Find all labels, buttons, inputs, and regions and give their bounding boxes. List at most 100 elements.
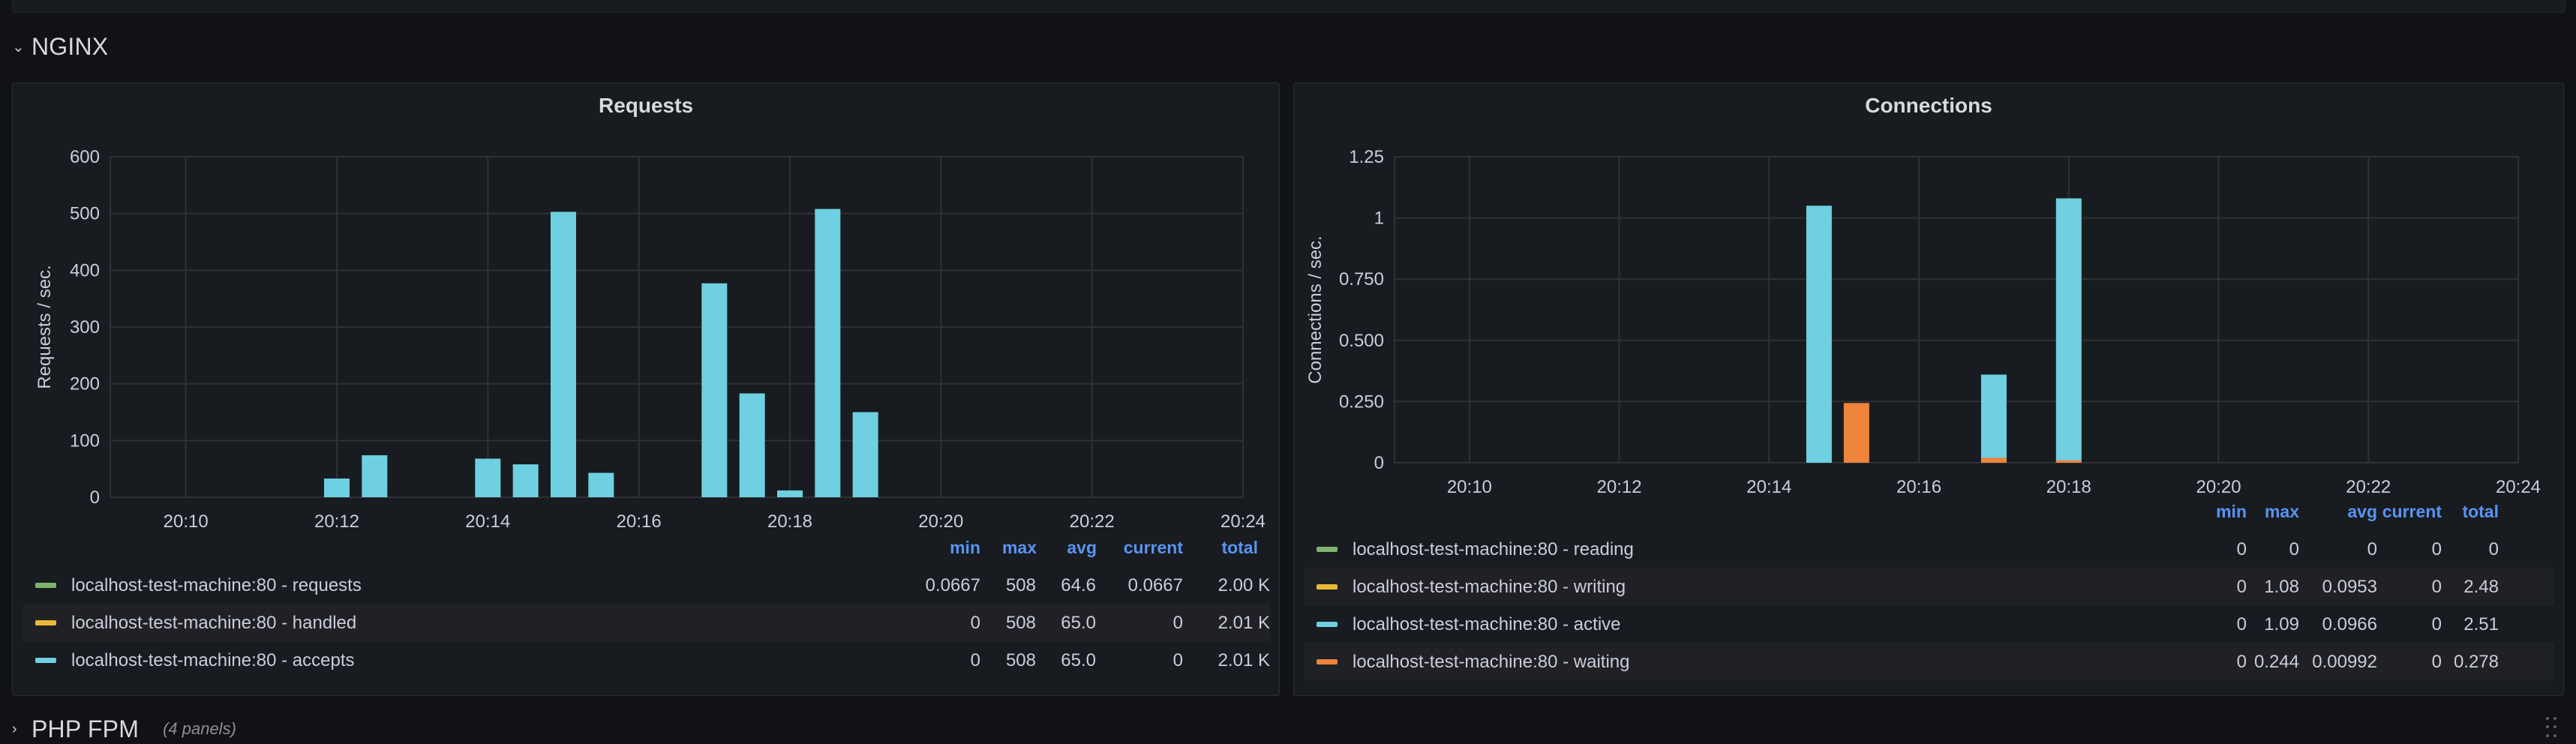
legend-header-total[interactable]: total (1175, 538, 1258, 558)
y-tick-label: 0 (1374, 453, 1384, 473)
y-tick-label: 400 (70, 260, 100, 280)
bar[interactable] (1806, 206, 1832, 463)
x-tick-label: 20:16 (1896, 477, 1941, 497)
x-tick-label: 20:10 (1447, 477, 1492, 497)
panel-requests[interactable]: Requests 0 100 200 300 400 500 600 20:10 20:12 20… (12, 82, 1280, 696)
series-color-swatch[interactable] (35, 658, 56, 663)
y-tick-label: 1 (1374, 208, 1384, 229)
bar[interactable] (1980, 458, 2007, 463)
panel-connections[interactable]: Connections 0 0.250 0.500 0.750 1 1.25 20:10 20… (1293, 82, 2564, 696)
bar[interactable] (852, 412, 878, 498)
chevron-down-icon: ⌄ (12, 38, 25, 56)
series-color-swatch[interactable] (35, 620, 56, 626)
value-total: 0 (2488, 539, 2499, 560)
y-tick-label: 600 (70, 147, 100, 167)
series-color-swatch[interactable] (1317, 659, 1338, 664)
bar[interactable] (2055, 460, 2082, 463)
bar[interactable] (777, 490, 803, 497)
series-name[interactable]: localhost-test-machine:80 - requests (71, 575, 362, 596)
y-tick-label: 0 (90, 488, 100, 508)
legend-row-accepts[interactable]: localhost-test-machine:80 - accepts 0 50… (23, 641, 1270, 679)
legend-header-current[interactable]: current (1093, 538, 1183, 558)
value-current: 0 (1172, 613, 1183, 633)
bar[interactable] (324, 478, 350, 497)
requests-chart: 0 100 200 300 400 500 600 20:10 20:12 20:14 20:16 2… (35, 147, 1265, 532)
series-color-swatch[interactable] (1317, 622, 1338, 627)
x-tick-label: 20:14 (465, 512, 510, 532)
x-tick-label: 20:18 (2046, 477, 2091, 497)
y-tick-label: 300 (70, 317, 100, 338)
x-tick-label: 20:18 (767, 512, 812, 532)
row-header-nginx[interactable]: ⌄ NGINX (12, 32, 108, 62)
bar[interactable] (2055, 198, 2082, 463)
value-max: 0.244 (2253, 652, 2299, 672)
y-tick-label: 1.25 (1349, 147, 1384, 167)
value-current: 0 (1172, 650, 1183, 670)
x-tick-label: 20:24 (1220, 512, 1265, 532)
row-title: PHP FPM (32, 715, 140, 742)
value-total: 0.278 (2453, 652, 2499, 672)
bar[interactable] (512, 464, 539, 497)
series-color-swatch[interactable] (35, 583, 56, 588)
legend-header: min max avg current total (1294, 502, 2565, 524)
value-total: 2.00 K (1217, 575, 1270, 596)
value-max: 1.08 (2264, 577, 2299, 597)
series-name[interactable]: localhost-test-machine:80 - reading (1353, 539, 1634, 560)
collapsed-row-above (12, 0, 2565, 13)
series-color-swatch[interactable] (1317, 584, 1338, 590)
legend-header-avg[interactable]: avg (1025, 538, 1097, 558)
bar[interactable] (362, 455, 388, 497)
legend-row-waiting[interactable]: localhost-test-machine:80 - waiting 0 0.… (1305, 643, 2554, 680)
bar[interactable] (815, 208, 841, 497)
legend-header-total[interactable]: total (2427, 502, 2499, 522)
legend-header: min max avg current total (13, 538, 1280, 560)
x-tick-label: 20:22 (2346, 477, 2391, 497)
chevron-right-icon: › (12, 720, 17, 737)
connections-chart: 0 0.250 0.500 0.750 1 1.25 20:10 20:12 20:14 20:1… (1305, 147, 2541, 497)
bar[interactable] (1980, 374, 2007, 463)
bar[interactable] (739, 393, 765, 497)
x-tick-label: 20:24 (2496, 477, 2541, 497)
x-tick-label: 20:16 (617, 512, 662, 532)
bar[interactable] (1843, 403, 1869, 463)
legend-row-writing[interactable]: localhost-test-machine:80 - writing 0 1.… (1305, 568, 2554, 605)
x-tick-label: 20:20 (918, 512, 963, 532)
legend-row-handled[interactable]: localhost-test-machine:80 - handled 0 50… (23, 604, 1270, 641)
x-tick-label: 20:22 (1070, 512, 1115, 532)
bar[interactable] (701, 283, 728, 497)
series-name[interactable]: localhost-test-machine:80 - accepts (71, 650, 355, 671)
row-header-php-fpm[interactable]: › PHP FPM (4 panels) (12, 714, 236, 744)
row-title: NGINX (32, 32, 109, 60)
y-tick-label: 200 (70, 374, 100, 394)
y-tick-label: 100 (70, 430, 100, 451)
x-tick-label: 20:10 (164, 512, 209, 532)
drag-handle-icon[interactable] (2546, 717, 2559, 740)
y-tick-label: 500 (70, 204, 100, 224)
x-tick-label: 20:20 (2196, 477, 2241, 497)
x-tick-label: 20:12 (314, 512, 359, 532)
legend-row-requests[interactable]: localhost-test-machine:80 - requests 0.0… (23, 566, 1270, 604)
legend-header-max[interactable]: max (2232, 502, 2299, 522)
legend-row-reading[interactable]: localhost-test-machine:80 - reading 0 0 … (1305, 530, 2554, 568)
series-color-swatch[interactable] (1317, 547, 1338, 552)
value-max: 0 (2289, 539, 2299, 560)
legend-row-active[interactable]: localhost-test-machine:80 - active 0 1.0… (1305, 605, 2554, 643)
value-current: 0.0667 (1127, 575, 1183, 596)
series-name[interactable]: localhost-test-machine:80 - handled (71, 613, 356, 634)
value-avg: 65.0 (1061, 650, 1096, 670)
y-tick-label: 0.500 (1339, 331, 1384, 351)
row-panels-count: (4 panels) (163, 719, 236, 738)
bar[interactable] (588, 472, 614, 497)
bar[interactable] (551, 212, 576, 497)
value-total: 2.01 K (1217, 650, 1270, 670)
series-name[interactable]: localhost-test-machine:80 - active (1353, 614, 1621, 635)
series-name[interactable]: localhost-test-machine:80 - writing (1353, 577, 1626, 598)
y-axis-label: Connections / sec. (1305, 236, 1326, 383)
series-name[interactable]: localhost-test-machine:80 - waiting (1353, 652, 1630, 673)
value-avg: 64.6 (1061, 575, 1096, 596)
bar[interactable] (475, 458, 501, 497)
y-tick-label: 0.750 (1339, 269, 1384, 290)
x-tick-label: 20:12 (1597, 477, 1642, 497)
value-avg: 65.0 (1061, 613, 1096, 633)
y-axis-label: Requests / sec. (35, 265, 55, 388)
